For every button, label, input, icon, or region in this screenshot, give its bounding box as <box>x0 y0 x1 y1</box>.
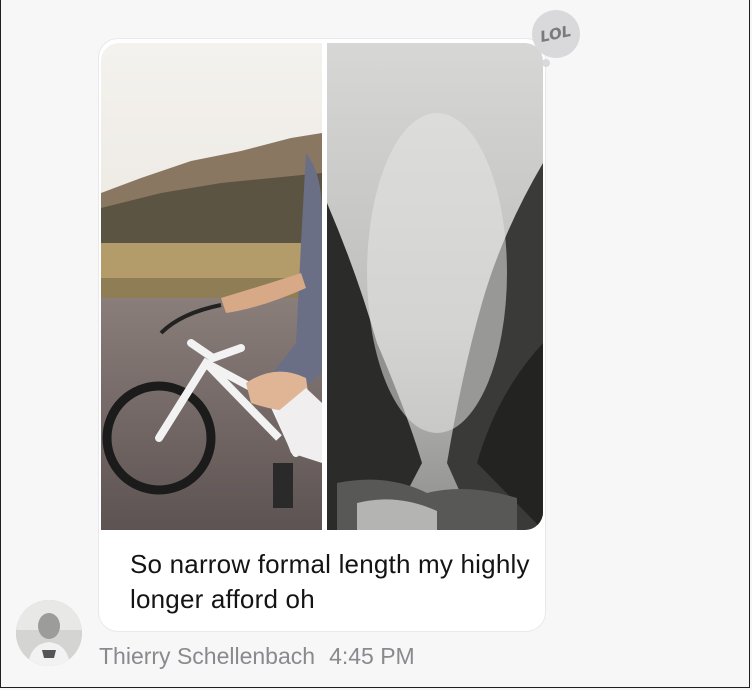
avatar[interactable] <box>16 600 82 666</box>
lol-reaction-icon: LOL <box>538 21 574 47</box>
reaction-tail <box>542 59 550 67</box>
sender-name[interactable]: Thierry Schellenbach <box>99 643 315 669</box>
message-text: So narrow formal length my highly longer… <box>130 549 530 614</box>
reaction-badge[interactable]: LOL <box>532 10 580 58</box>
canyon-photo-icon <box>327 43 543 530</box>
user-avatar-icon <box>16 600 82 666</box>
message-bubble[interactable]: So narrow formal length my highly longer… <box>98 38 546 632</box>
message-timestamp: 4:45 PM <box>329 643 415 669</box>
attachment-image-bicycle[interactable] <box>101 43 322 530</box>
attachment-image-canyon[interactable] <box>327 43 543 530</box>
bicycle-photo-icon <box>101 43 322 530</box>
message-meta: Thierry Schellenbach 4:45 PM <box>99 643 415 670</box>
